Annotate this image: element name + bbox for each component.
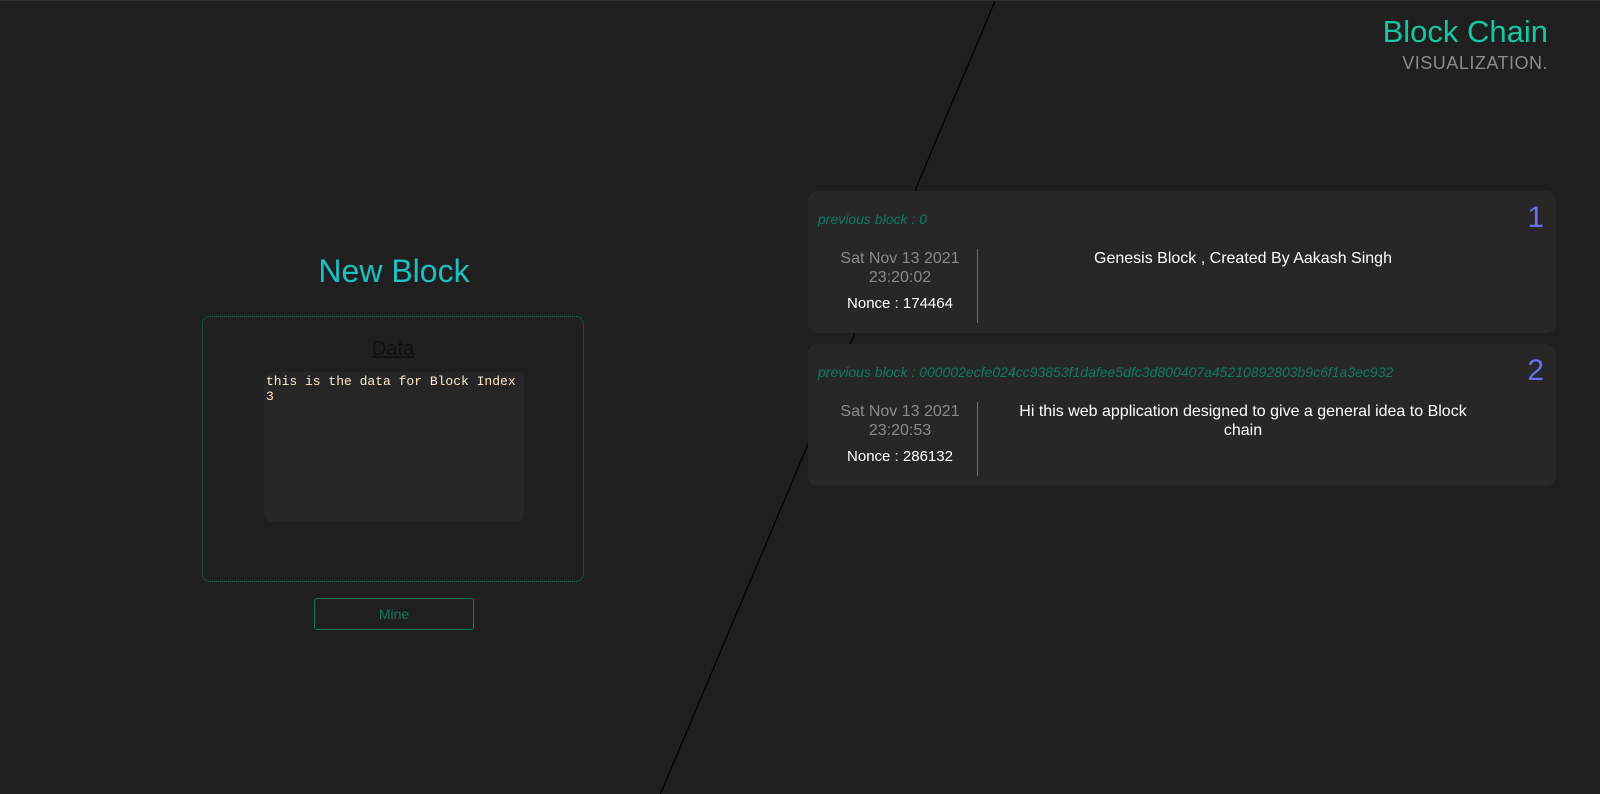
block-date: Sat Nov 13 2021	[840, 250, 960, 267]
block-date: Sat Nov 13 2021	[840, 403, 960, 420]
block-divider	[977, 249, 978, 323]
block-nonce: Nonce : 174464	[847, 295, 953, 312]
block-data: Hi this web application designed to give…	[1019, 403, 1467, 439]
brand-logo: Block Chain VISUALIZATION.	[1383, 13, 1548, 75]
previous-block-hash: previous block : 0	[818, 211, 927, 227]
block-data: Genesis Block , Created By Aakash Singh	[1094, 250, 1392, 267]
brand-title: Block Chain	[1382, 14, 1548, 49]
block-timestamp: Sat Nov 13 2021 23:20:53	[820, 402, 980, 440]
block-card-1: previous block : 0 1 Sat Nov 13 2021 23:…	[808, 191, 1556, 333]
block-time: 23:20:53	[868, 422, 932, 439]
block-index: 2	[1527, 354, 1544, 387]
block-timestamp: Sat Nov 13 2021 23:20:02	[820, 249, 980, 287]
previous-block-hash: previous block : 000002ecfe024cc93853f1d…	[818, 364, 1394, 380]
app-page: Block Chain VISUALIZATION. New Block Dat…	[0, 0, 1600, 794]
brand-subtitle: VISUALIZATION.	[1402, 53, 1548, 73]
block-data-input[interactable]	[264, 372, 524, 522]
mine-button[interactable]: Mine	[314, 598, 474, 630]
block-divider	[977, 402, 978, 476]
block-card-2: previous block : 000002ecfe024cc93853f1d…	[808, 344, 1556, 486]
data-label: Data	[371, 338, 415, 360]
new-block-form: Data	[202, 316, 584, 582]
block-nonce: Nonce : 286132	[847, 448, 953, 465]
new-block-heading: New Block	[318, 253, 470, 289]
block-index: 1	[1527, 201, 1544, 234]
block-time: 23:20:02	[868, 269, 932, 286]
